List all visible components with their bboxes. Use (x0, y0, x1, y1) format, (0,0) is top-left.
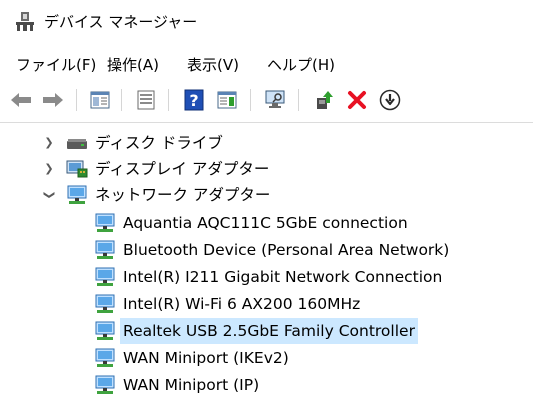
update-driver-icon (317, 91, 333, 109)
tree-item-device[interactable]: WAN Miniport (IP) (0, 372, 533, 398)
toolbar-separator (168, 89, 169, 111)
show-action-pane-icon (217, 91, 237, 109)
menu-help[interactable]: ヘルプ(H) (265, 52, 337, 78)
tree-item-label: Aquantia AQC111C 5GbE connection (123, 214, 408, 232)
title-bar: デバイス マネージャー (0, 0, 533, 44)
disable-device-button[interactable] (377, 87, 403, 113)
network-adapter-icon (95, 294, 115, 313)
update-driver-button[interactable] (311, 87, 337, 113)
back-button[interactable] (8, 87, 34, 113)
tree-item-label: Bluetooth Device (Personal Area Network) (123, 241, 450, 259)
tree-item-device[interactable]: Intel(R) Wi-Fi 6 AX200 160MHz (0, 291, 533, 317)
tree-item-label: Intel(R) I211 Gigabit Network Connection (123, 268, 443, 286)
toolbar-separator (76, 89, 77, 111)
tree-item-label: Intel(R) Wi-Fi 6 AX200 160MHz (123, 295, 361, 313)
forward-arrow-icon (43, 93, 63, 107)
network-adapter-icon (95, 213, 115, 232)
disk-drive-icon (67, 139, 87, 149)
properties-icon (137, 90, 155, 110)
network-adapter-icon (67, 185, 87, 204)
disable-device-icon (379, 89, 401, 111)
menu-bar: ファイル(F) 操作(A) 表示(V) ヘルプ(H) (0, 52, 533, 78)
tree-item-network-adapters[interactable]: ❯ ネットワーク アダプター (0, 182, 533, 208)
display-adapter-icon (66, 160, 88, 178)
properties-button[interactable] (133, 87, 159, 113)
tree-item-device[interactable]: WAN Miniport (IKEv2) (0, 345, 533, 371)
tree-item-display-adapters[interactable]: ❯ ディスプレイ アダプター (0, 156, 533, 182)
uninstall-device-icon (348, 91, 366, 109)
uninstall-device-button[interactable] (344, 87, 370, 113)
show-hide-tree-button[interactable] (87, 87, 113, 113)
help-button[interactable]: ? (181, 87, 207, 113)
scan-hardware-button[interactable] (262, 87, 288, 113)
menu-view[interactable]: 表示(V) (185, 52, 241, 78)
chevron-right-icon[interactable]: ❯ (42, 162, 56, 176)
tree-item-disk-drives[interactable]: ❯ ディスク ドライブ (0, 130, 533, 156)
scan-hardware-changes-icon (265, 90, 285, 108)
chevron-right-icon[interactable]: ❯ (42, 136, 56, 150)
network-adapter-icon (95, 375, 115, 394)
toolbar-separator (121, 89, 122, 111)
device-tree[interactable]: ❯ ディスク ドライブ ❯ ディスプレイ アダプター ❯ ネットワーク アダプタ… (0, 122, 533, 401)
menu-file[interactable]: ファイル(F) (14, 52, 98, 78)
menu-action[interactable]: 操作(A) (105, 52, 161, 78)
tree-item-device[interactable]: Bluetooth Device (Personal Area Network) (0, 237, 533, 263)
window-title: デバイス マネージャー (44, 13, 198, 31)
forward-button[interactable] (40, 87, 66, 113)
tree-item-label: WAN Miniport (IKEv2) (123, 349, 289, 367)
svg-text:?: ? (189, 91, 198, 110)
tree-item-label: WAN Miniport (IP) (123, 376, 260, 394)
help-icon: ? (184, 89, 204, 111)
tree-item-device-selected[interactable]: Realtek USB 2.5GbE Family Controller (0, 318, 533, 344)
back-arrow-icon (11, 93, 31, 107)
chevron-down-icon[interactable]: ❯ (42, 188, 56, 202)
toolbar-separator (298, 89, 299, 111)
toolbar-separator (250, 89, 251, 111)
tree-item-device[interactable]: Intel(R) I211 Gigabit Network Connection (0, 264, 533, 290)
show-hide-console-tree-icon (90, 91, 110, 109)
action-pane-button[interactable] (214, 87, 240, 113)
network-adapter-icon (95, 321, 115, 340)
device-manager-icon (16, 12, 34, 31)
tree-item-device[interactable]: Aquantia AQC111C 5GbE connection (0, 210, 533, 236)
tree-item-label: ディスク ドライブ (95, 134, 223, 152)
toolbar: ? (0, 84, 533, 118)
network-adapter-icon (95, 348, 115, 367)
tree-item-label: ネットワーク アダプター (95, 186, 271, 204)
tree-item-label: ディスプレイ アダプター (95, 160, 270, 178)
tree-item-label: Realtek USB 2.5GbE Family Controller (120, 318, 418, 344)
network-adapter-icon (95, 267, 115, 286)
network-adapter-icon (95, 240, 115, 259)
